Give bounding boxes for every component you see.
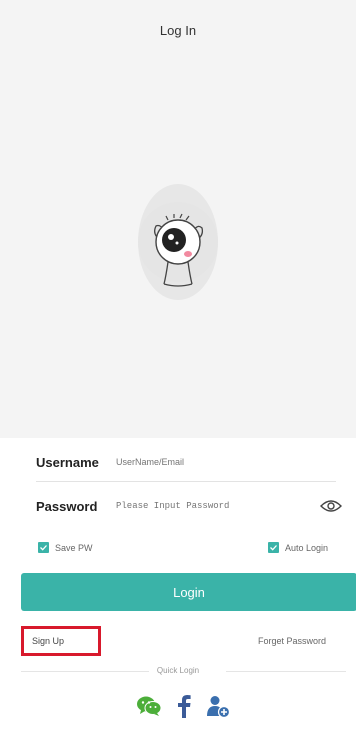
divider — [36, 481, 336, 482]
password-input[interactable] — [116, 492, 306, 520]
auto-login-checkbox[interactable]: Auto Login — [268, 542, 328, 553]
login-button[interactable]: Login — [21, 573, 356, 611]
wechat-icon — [137, 696, 162, 716]
password-label: Password — [36, 498, 98, 514]
page-title: Log In — [159, 22, 197, 38]
avatar — [138, 184, 218, 300]
eyeball-mascot-icon — [138, 202, 218, 287]
divider — [226, 671, 346, 672]
forget-password-link[interactable]: Forget Password — [258, 636, 326, 646]
username-label: Username — [36, 454, 99, 470]
username-input[interactable] — [116, 448, 306, 476]
save-pw-label: Save PW — [55, 542, 93, 553]
save-pw-checkbox[interactable]: Save PW — [38, 542, 93, 553]
header: Log In — [0, 0, 356, 60]
password-row: Password — [0, 486, 356, 526]
contact-login-button[interactable] — [204, 692, 232, 720]
checkbox-checked-icon — [268, 542, 279, 553]
username-row: Username — [0, 442, 356, 482]
auto-login-label: Auto Login — [285, 542, 329, 553]
sign-up-link[interactable]: Sign Up — [21, 626, 101, 656]
facebook-icon — [178, 695, 191, 718]
wechat-login-button[interactable] — [135, 692, 163, 720]
contact-icon — [207, 696, 230, 718]
checkbox-checked-icon — [38, 542, 49, 553]
eye-icon[interactable] — [320, 498, 342, 514]
login-form: Username Password Save PW Auto Login Log… — [0, 438, 356, 736]
facebook-login-button[interactable] — [170, 692, 198, 720]
